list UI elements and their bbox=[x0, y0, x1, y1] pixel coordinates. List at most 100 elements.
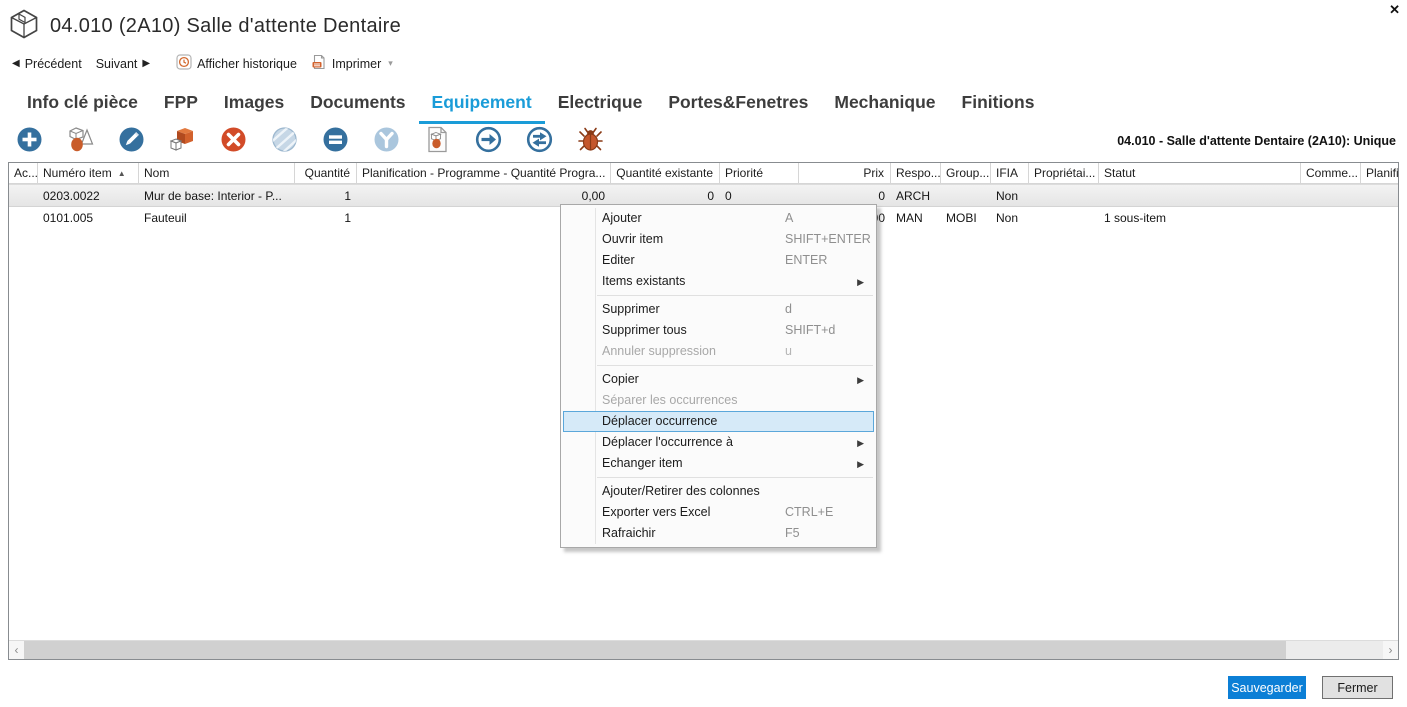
menu-item-supprimer[interactable]: Supprimerd bbox=[563, 299, 874, 320]
scrollbar-track[interactable] bbox=[24, 641, 1383, 659]
app-logo-cube-hexagon-icon bbox=[10, 9, 38, 44]
previous-button[interactable]: ◀ Précédent bbox=[8, 55, 86, 73]
scroll-right-button[interactable]: › bbox=[1383, 641, 1398, 659]
next-label: Suivant bbox=[96, 57, 138, 71]
item-document-icon[interactable] bbox=[424, 126, 451, 153]
window-close-icon[interactable]: ✕ bbox=[1389, 3, 1400, 17]
submenu-arrow-icon: ▶ bbox=[857, 371, 864, 390]
tab-fpp[interactable]: FPP bbox=[151, 88, 211, 124]
menu-item-rafraichir[interactable]: Rafraichir F5 bbox=[563, 523, 874, 544]
room-context-label: 04.010 - Salle d'attente Dentaire (2A10)… bbox=[1117, 134, 1396, 148]
cell-quantite-existante: 0 bbox=[611, 185, 720, 206]
menu-item-deplacer-l-occurrence-a[interactable]: Déplacer l'occurrence à▶ bbox=[563, 432, 874, 453]
show-history-button[interactable]: Afficher historique bbox=[172, 52, 301, 75]
menu-item-ajouter[interactable]: AjouterA bbox=[563, 208, 874, 229]
column-header-ifia[interactable]: IFIA bbox=[991, 163, 1029, 183]
scrollbar-thumb[interactable] bbox=[24, 641, 1286, 659]
menu-item-supprimer-tous[interactable]: Supprimer tousSHIFT+d bbox=[563, 320, 874, 341]
move-next-icon[interactable] bbox=[475, 126, 502, 153]
horizontal-scrollbar[interactable]: ‹ › bbox=[9, 640, 1398, 659]
save-button[interactable]: Sauvegarder bbox=[1228, 676, 1306, 699]
cell-responsable: MAN bbox=[891, 207, 941, 230]
menu-item-ajouter-retirer-des-colonnes[interactable]: Ajouter/Retirer des colonnes bbox=[563, 481, 874, 502]
context-menu: AjouterAOuvrir itemSHIFT+ENTEREditerENTE… bbox=[560, 204, 877, 548]
menu-item-label: Supprimer bbox=[602, 302, 660, 316]
tab-mechanique[interactable]: Mechanique bbox=[821, 88, 948, 124]
menu-item-label: Ouvrir item bbox=[602, 232, 663, 246]
menu-item-exporter-vers-excel[interactable]: Exporter vers ExcelCTRL+E bbox=[563, 502, 874, 523]
menu-item-copier[interactable]: Copier ▶ bbox=[563, 369, 874, 390]
cell-groupe: MOBI bbox=[941, 207, 991, 230]
hatched-circle-icon[interactable] bbox=[271, 126, 298, 153]
copy-item-cube-icon[interactable] bbox=[169, 126, 196, 153]
menu-item-label: Annuler suppression bbox=[602, 344, 716, 358]
add-icon[interactable] bbox=[16, 126, 43, 153]
tab-images[interactable]: Images bbox=[211, 88, 297, 124]
cell-proprietaire bbox=[1029, 207, 1099, 230]
tab-electrique[interactable]: Electrique bbox=[545, 88, 656, 124]
split-y-icon[interactable] bbox=[373, 126, 400, 153]
history-label: Afficher historique bbox=[197, 57, 297, 71]
column-header-proprietaire[interactable]: Propriétai... bbox=[1029, 163, 1099, 183]
tab-bar: Info clé pièceFPPImagesDocumentsEquipeme… bbox=[14, 88, 1047, 124]
menu-item-items-existants[interactable]: Items existants▶ bbox=[563, 271, 874, 292]
cell-actions bbox=[9, 207, 38, 230]
swap-icon[interactable] bbox=[526, 126, 553, 153]
menu-item-shortcut: ENTER bbox=[785, 251, 827, 270]
cell-nom: Mur de base: Interior - P... bbox=[139, 185, 295, 206]
column-header-quantite[interactable]: Quantité bbox=[295, 163, 357, 183]
tab-documents[interactable]: Documents bbox=[297, 88, 418, 124]
column-header-planifie[interactable]: Planifi bbox=[1361, 163, 1399, 183]
cell-ifia: Non bbox=[991, 185, 1029, 206]
cell-quantite: 1 bbox=[295, 207, 357, 230]
menu-item-deplacer-occurrence[interactable]: Déplacer occurrence bbox=[563, 411, 874, 432]
column-header-quantite-existante[interactable]: Quantité existante bbox=[611, 163, 720, 183]
cell-planifie bbox=[1361, 185, 1399, 206]
close-button[interactable]: Fermer bbox=[1322, 676, 1393, 699]
column-header-priorite[interactable]: Priorité bbox=[720, 163, 799, 183]
menu-item-shortcut: F5 bbox=[785, 524, 800, 543]
menu-item-label: Copier bbox=[602, 372, 639, 386]
menu-separator bbox=[597, 477, 873, 478]
sort-asc-icon: ▲ bbox=[118, 169, 126, 178]
column-header-actions[interactable]: Ac... bbox=[9, 163, 38, 183]
column-header-nom[interactable]: Nom bbox=[139, 163, 295, 183]
menu-item-label: Ajouter/Retirer des colonnes bbox=[602, 484, 760, 498]
menu-item-separer-les-occurrences: Séparer les occurrences bbox=[563, 390, 874, 411]
tab-info-cle-piece[interactable]: Info clé pièce bbox=[14, 88, 151, 124]
menu-item-ouvrir-item[interactable]: Ouvrir itemSHIFT+ENTER bbox=[563, 229, 874, 250]
history-clock-icon bbox=[176, 54, 192, 73]
cell-nom: Fauteuil bbox=[139, 207, 295, 230]
column-header-groupe[interactable]: Group... bbox=[941, 163, 991, 183]
next-button[interactable]: Suivant ▶ bbox=[92, 55, 154, 73]
menu-item-label: Déplacer l'occurrence à bbox=[602, 435, 733, 449]
menu-item-label: Ajouter bbox=[602, 211, 642, 225]
column-header-responsable[interactable]: Respo... bbox=[891, 163, 941, 183]
column-header-prix[interactable]: Prix bbox=[799, 163, 891, 183]
column-header-planification[interactable]: Planification - Programme - Quantité Pro… bbox=[357, 163, 611, 183]
cell-statut: 1 sous-item bbox=[1099, 207, 1301, 230]
cell-responsable: ARCH bbox=[891, 185, 941, 206]
cell-prix: 0 bbox=[799, 185, 891, 206]
menu-item-label: Echanger item bbox=[602, 456, 683, 470]
items-shapes-icon[interactable] bbox=[67, 126, 94, 153]
print-button[interactable]: Imprimer ▾ bbox=[307, 52, 397, 75]
delete-icon[interactable] bbox=[220, 126, 247, 153]
tab-equipement[interactable]: Equipement bbox=[419, 88, 545, 124]
column-header-commentaire[interactable]: Comme... bbox=[1301, 163, 1361, 183]
tab-portes-fenetres[interactable]: Portes&Fenetres bbox=[655, 88, 821, 124]
column-header-statut[interactable]: Statut bbox=[1099, 163, 1301, 183]
menu-item-echanger-item[interactable]: Echanger item ▶ bbox=[563, 453, 874, 474]
menu-item-label: Rafraichir bbox=[602, 526, 656, 540]
submenu-arrow-icon: ▶ bbox=[857, 455, 864, 474]
next-arrow-icon: ▶ bbox=[142, 58, 150, 69]
remove-bars-icon[interactable] bbox=[322, 126, 349, 153]
cell-commentaire bbox=[1301, 185, 1361, 206]
cell-statut bbox=[1099, 185, 1301, 206]
scroll-left-button[interactable]: ‹ bbox=[9, 641, 24, 659]
bug-icon[interactable] bbox=[577, 126, 604, 153]
tab-finitions[interactable]: Finitions bbox=[949, 88, 1048, 124]
column-header-numero-item[interactable]: Numéro item▲ bbox=[38, 163, 139, 183]
menu-item-editer[interactable]: EditerENTER bbox=[563, 250, 874, 271]
edit-icon[interactable] bbox=[118, 126, 145, 153]
